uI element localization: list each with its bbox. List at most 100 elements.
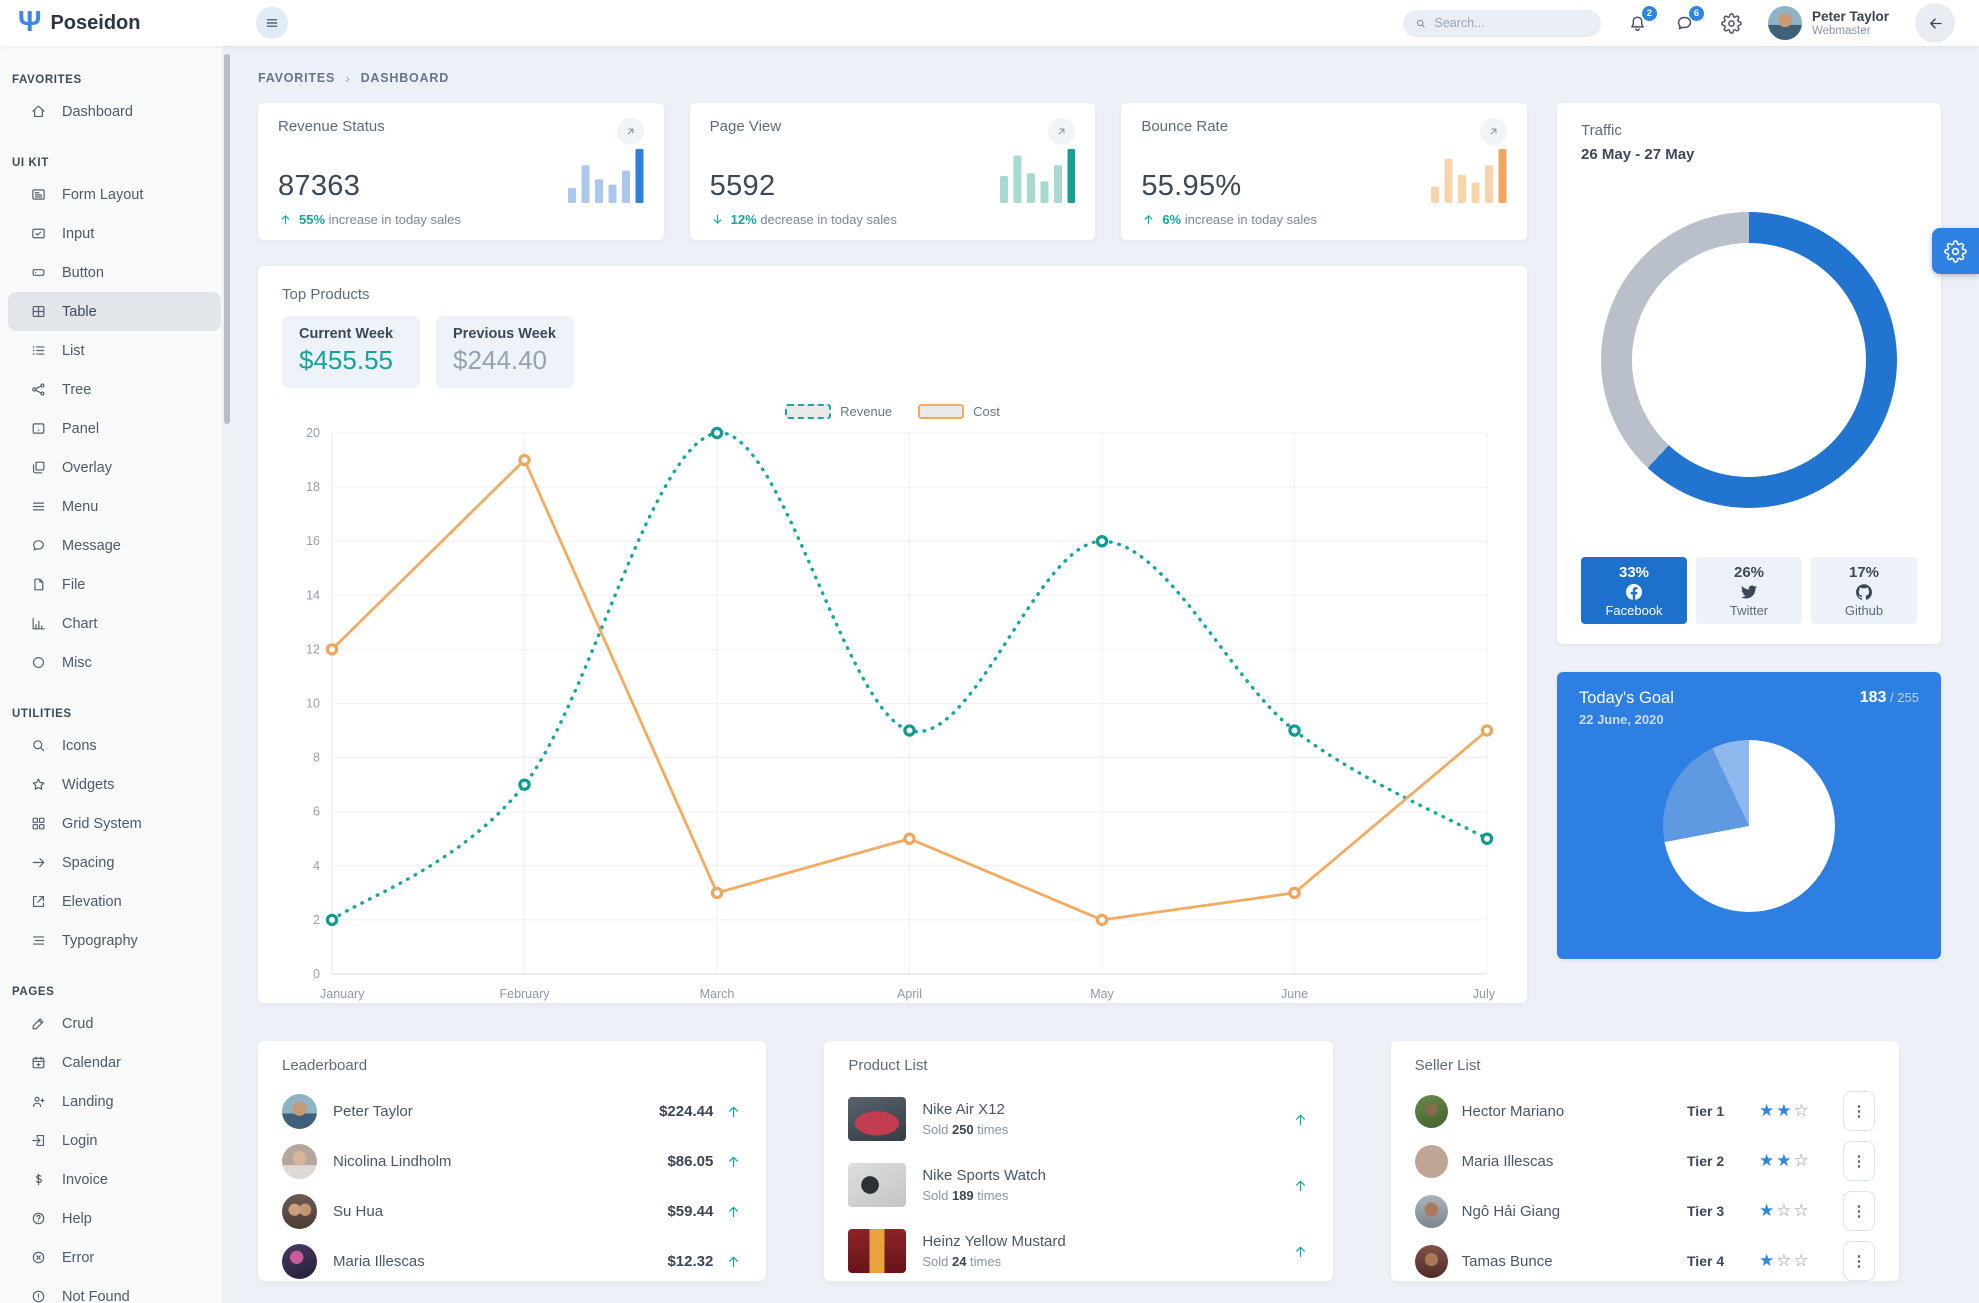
sidebar-item-widgets[interactable]: Widgets (8, 765, 221, 804)
sidebar-item-typography[interactable]: Typography (8, 921, 221, 960)
sidebar-item-label: Help (62, 1211, 92, 1227)
svg-text:20: 20 (306, 426, 320, 440)
back-button[interactable] (1915, 3, 1955, 43)
arrow-up-right-icon (1055, 125, 1068, 138)
sidebar-item-help[interactable]: Help (8, 1199, 221, 1238)
product-row: Nike Sports Watch Sold 189 times (848, 1152, 1308, 1218)
sidebar-toggle-button[interactable] (256, 7, 288, 39)
sidebar-item-menu[interactable]: Menu (8, 487, 221, 526)
home-icon (30, 103, 47, 120)
seller-name: Ngô Hải Giang (1462, 1203, 1687, 1220)
sidebar-item-dashboard[interactable]: Dashboard (8, 92, 221, 131)
sidebar-scrollbar-thumb[interactable] (224, 54, 230, 424)
sidebar-item-error[interactable]: Error (8, 1238, 221, 1277)
theme-settings-fab[interactable] (1932, 228, 1979, 274)
search-input[interactable] (1435, 16, 1589, 30)
breadcrumb-favorites[interactable]: FAVORITES (258, 71, 335, 85)
current-week-tile: Current Week $455.55 (282, 316, 420, 388)
stat-mini-bar-chart (568, 149, 644, 203)
sidebar-item-list[interactable]: List (8, 331, 221, 370)
arrow-up-icon (1141, 212, 1156, 227)
sidebar-item-not-found[interactable]: Not Found (8, 1277, 221, 1303)
sidebar-item-message[interactable]: Message (8, 526, 221, 565)
seller-rating: ★★☆ (1759, 1151, 1843, 1171)
sidebar-item-crud[interactable]: Crud (8, 1004, 221, 1043)
network-tile-twitter[interactable]: 26% Twitter (1696, 557, 1802, 624)
sidebar-item-label: Calendar (62, 1055, 121, 1071)
goal-total: 255 (1897, 690, 1919, 705)
expand-button[interactable] (617, 118, 644, 145)
sidebar-item-tree[interactable]: Tree (8, 370, 221, 409)
sidebar-item-overlay[interactable]: Overlay (8, 448, 221, 487)
sidebar-item-button[interactable]: Button (8, 253, 221, 292)
expand-button[interactable] (1048, 118, 1075, 145)
search-box[interactable] (1403, 10, 1601, 37)
stat-card-revenue-status: Revenue Status 87363 55% increase in tod… (258, 103, 664, 240)
sidebar-item-label: Table (62, 304, 97, 320)
sidebar-item-spacing[interactable]: Spacing (8, 843, 221, 882)
svg-text:12: 12 (306, 642, 320, 656)
stat-change-text: increase in today sales (329, 212, 461, 227)
leaderboard-row: Nicolina Lindholm $86.05 (282, 1136, 742, 1186)
stat-value: 5592 (710, 170, 776, 203)
arrow-up-icon (725, 1203, 742, 1220)
sidebar-item-label: Landing (62, 1094, 114, 1110)
kebab-menu-button[interactable]: ⋮ (1843, 1141, 1875, 1181)
svg-text:16: 16 (306, 534, 320, 548)
star-empty-icon: ☆ (1794, 1201, 1811, 1220)
legend-cost-label: Cost (973, 404, 1000, 419)
sidebar-item-label: Dashboard (62, 104, 133, 120)
seller-name: Hector Mariano (1462, 1103, 1687, 1120)
seller-list-card: Seller List Hector Mariano Tier 1 ★★☆ ⋮ … (1391, 1041, 1899, 1281)
sidebar-item-icons[interactable]: Icons (8, 726, 221, 765)
sidebar-item-misc[interactable]: Misc (8, 643, 221, 682)
avatar (282, 1244, 317, 1279)
sidebar-item-label: Icons (62, 738, 97, 754)
sidebar-item-invoice[interactable]: Invoice (8, 1160, 221, 1199)
legend-revenue[interactable]: Revenue (785, 404, 892, 419)
network-label: Twitter (1730, 603, 1768, 618)
kebab-menu-button[interactable]: ⋮ (1843, 1091, 1875, 1131)
product-image (848, 1229, 906, 1273)
user-menu[interactable]: Peter Taylor Webmaster (1768, 6, 1889, 40)
sidebar-section-header: UTILITIES (0, 708, 229, 720)
kebab-menu-button[interactable]: ⋮ (1843, 1241, 1875, 1281)
product-row: Nike Air X12 Sold 250 times (848, 1086, 1308, 1152)
sidebar-item-form-layout[interactable]: Form Layout (8, 175, 221, 214)
leader-name: Su Hua (333, 1203, 667, 1220)
legend-cost[interactable]: Cost (918, 404, 1000, 419)
sidebar-item-landing[interactable]: Landing (8, 1082, 221, 1121)
avatar (1415, 1145, 1448, 1178)
product-list-card: Product List Nike Air X12 Sold 250 times… (824, 1041, 1332, 1281)
network-pct: 33% (1619, 564, 1649, 581)
sidebar-item-label: Input (62, 226, 94, 242)
sidebar-item-file[interactable]: File (8, 565, 221, 604)
network-tile-github[interactable]: 17% Github (1811, 557, 1917, 624)
sidebar-item-grid-system[interactable]: Grid System (8, 804, 221, 843)
sidebar-item-login[interactable]: Login (8, 1121, 221, 1160)
breadcrumb-dashboard[interactable]: DASHBOARD (361, 71, 449, 85)
sidebar-item-label: Error (62, 1250, 94, 1266)
leaderboard-card: Leaderboard Peter Taylor $224.44 Nicolin… (258, 1041, 766, 1281)
trident-logo-icon: Ψ (18, 8, 41, 37)
sidebar-item-input[interactable]: Input (8, 214, 221, 253)
expand-button[interactable] (1480, 118, 1507, 145)
sidebar-item-panel[interactable]: Panel (8, 409, 221, 448)
notifications-button[interactable]: 2 (1627, 13, 1648, 34)
legend-revenue-label: Revenue (840, 404, 892, 419)
gear-icon (1721, 13, 1742, 34)
sidebar-item-calendar[interactable]: Calendar (8, 1043, 221, 1082)
sidebar-item-label: Tree (62, 382, 91, 398)
sidebar-section-header: UI KIT (0, 157, 229, 169)
kebab-menu-button[interactable]: ⋮ (1843, 1191, 1875, 1231)
sidebar-item-elevation[interactable]: Elevation (8, 882, 221, 921)
arrow-up-icon (278, 212, 293, 227)
network-tile-facebook[interactable]: 33% Facebook (1581, 557, 1687, 624)
sidebar-item-chart[interactable]: Chart (8, 604, 221, 643)
settings-button[interactable] (1721, 13, 1742, 34)
seller-row: Hector Mariano Tier 1 ★★☆ ⋮ (1415, 1086, 1875, 1136)
sidebar-item-table[interactable]: Table (8, 292, 221, 331)
messages-button[interactable]: 6 (1674, 13, 1695, 34)
goal-count: 183 / 255 (1860, 689, 1919, 707)
user-role: Webmaster (1812, 25, 1889, 37)
